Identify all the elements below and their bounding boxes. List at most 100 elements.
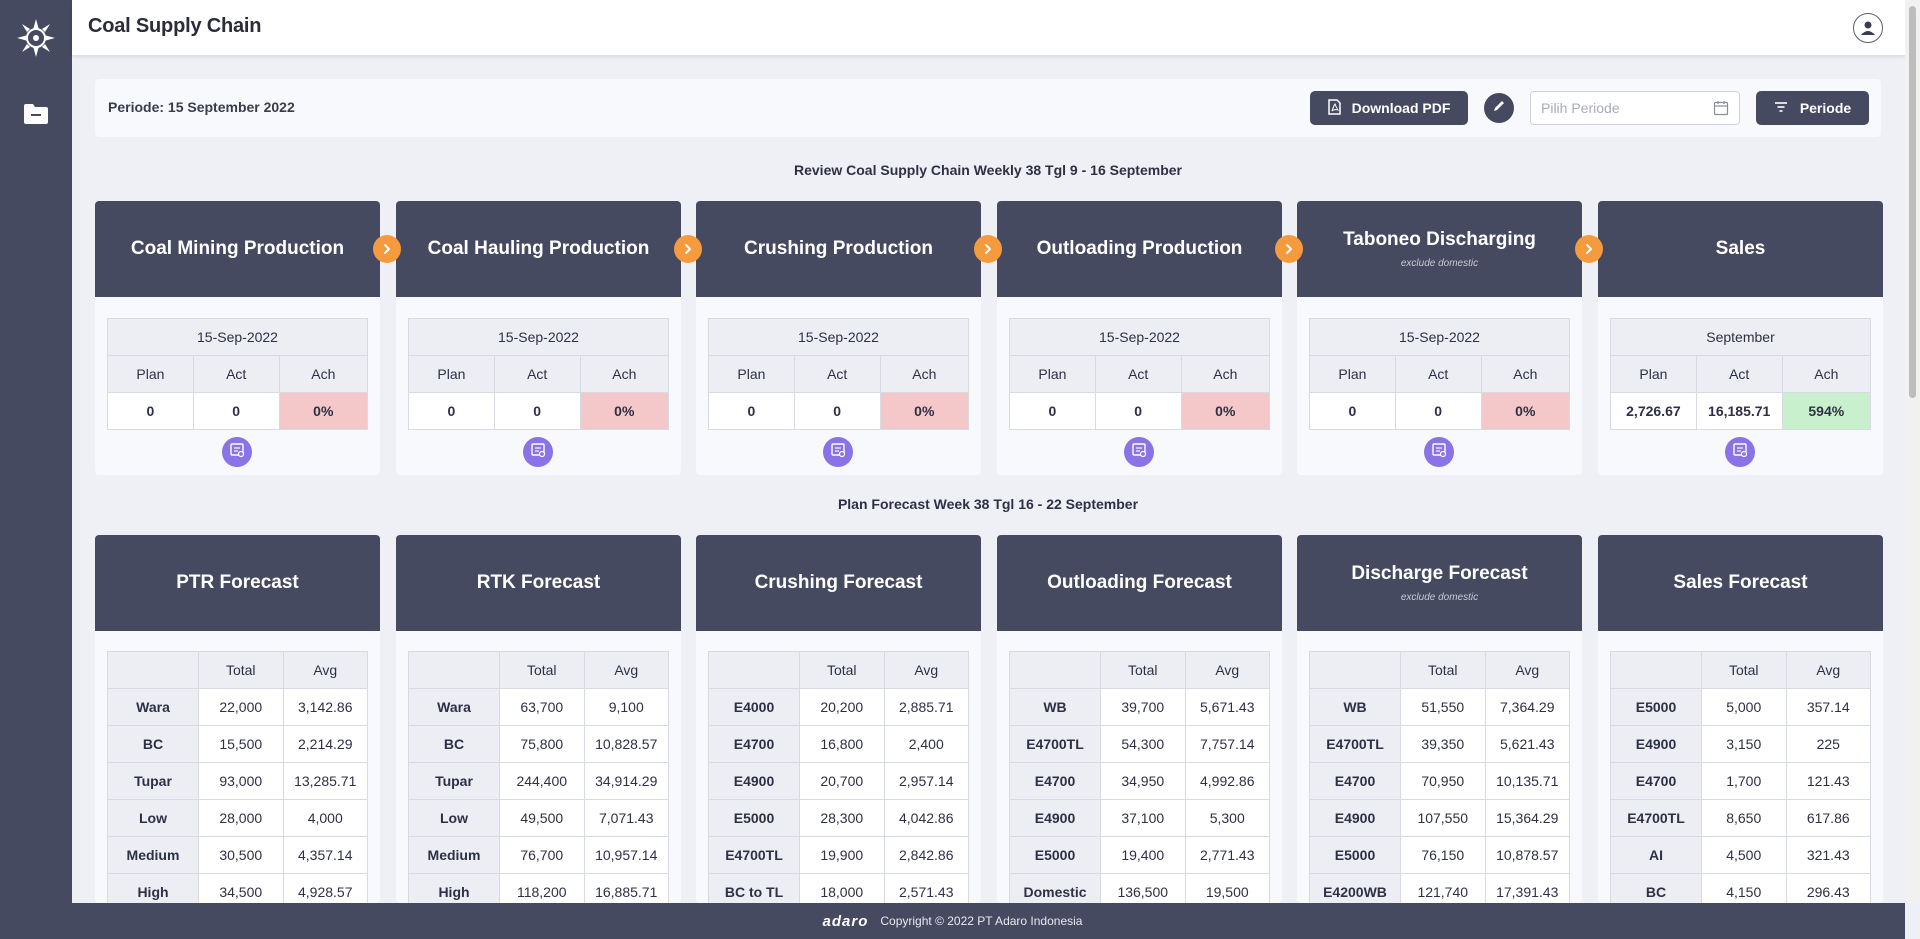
forecast-card-title: RTK Forecast bbox=[476, 572, 601, 593]
scrollbar-thumb[interactable] bbox=[1909, 6, 1916, 398]
forecast-total-cell: 121,740 bbox=[1400, 873, 1486, 903]
review-column-header: Plan bbox=[1009, 355, 1096, 393]
forecast-row-label: BC bbox=[408, 725, 500, 763]
forecast-column-header bbox=[1309, 651, 1401, 689]
review-column-header: Plan bbox=[408, 355, 495, 393]
download-pdf-label: Download PDF bbox=[1351, 100, 1451, 116]
periode-date-input[interactable] bbox=[1531, 92, 1701, 124]
filter-bar: Periode: 15 September 2022 Download PDF bbox=[95, 79, 1881, 137]
review-section-title: Review Coal Supply Chain Weekly 38 Tgl 9… bbox=[794, 162, 1182, 178]
forecast-total-cell: 16,800 bbox=[799, 725, 885, 763]
chevron-right-icon bbox=[1275, 235, 1303, 263]
table-row: E5000 28,300 4,042.86 bbox=[708, 799, 969, 837]
footer: adaro Copyright © 2022 PT Adaro Indonesi… bbox=[0, 903, 1905, 939]
forecast-avg-cell: 5,671.43 bbox=[1184, 688, 1270, 726]
forecast-row-label: Tupar bbox=[107, 762, 199, 800]
report-detail-button[interactable] bbox=[1124, 437, 1154, 467]
forecast-avg-cell: 4,992.86 bbox=[1184, 762, 1270, 800]
review-plan-value: 0 bbox=[1009, 392, 1096, 430]
calendar-icon[interactable] bbox=[1713, 100, 1729, 116]
review-date-cell: 15-Sep-2022 bbox=[1309, 318, 1570, 356]
review-card-header: Coal Hauling Production bbox=[396, 201, 681, 297]
compass-logo-icon[interactable] bbox=[16, 18, 56, 58]
report-detail-button[interactable] bbox=[523, 437, 553, 467]
edit-button[interactable] bbox=[1484, 93, 1514, 123]
forecast-card-header: RTK Forecast bbox=[396, 535, 681, 631]
table-row: E4000 20,200 2,885.71 bbox=[708, 688, 969, 726]
forecast-row-label: E4900 bbox=[1610, 725, 1702, 763]
review-column-header: Plan bbox=[708, 355, 795, 393]
review-card-title: Taboneo Discharging bbox=[1343, 229, 1536, 250]
forecast-total-cell: 39,700 bbox=[1100, 688, 1186, 726]
table-row: E5000 76,150 10,878.57 bbox=[1309, 836, 1570, 874]
forecast-column-header bbox=[1610, 651, 1702, 689]
report-icon bbox=[530, 442, 546, 463]
chevron-right-icon bbox=[674, 235, 702, 263]
forecast-total-cell: 54,300 bbox=[1100, 725, 1186, 763]
forecast-total-cell: 118,200 bbox=[499, 873, 585, 903]
review-ach-value: 0% bbox=[1480, 392, 1571, 430]
forecast-total-cell: 136,500 bbox=[1100, 873, 1186, 903]
forecast-row-label: WB bbox=[1009, 688, 1101, 726]
folder-icon[interactable] bbox=[23, 103, 49, 125]
forecast-card-header: Sales Forecast bbox=[1598, 535, 1883, 631]
forecast-total-cell: 76,150 bbox=[1400, 836, 1486, 874]
report-detail-button[interactable] bbox=[1424, 437, 1454, 467]
review-card-title: Coal Mining Production bbox=[130, 238, 345, 259]
forecast-total-cell: 20,200 bbox=[799, 688, 885, 726]
forecast-table: Total Avg Wara 22,000 3,142.86 BC 15,500 2,214.… bbox=[107, 651, 368, 903]
review-card-title: Crushing Production bbox=[744, 238, 933, 259]
review-card: Coal Mining Production 15-Sep-2022 Plan Act… bbox=[95, 201, 380, 475]
forecast-avg-cell: 357.14 bbox=[1785, 688, 1871, 726]
table-row: E4700TL 39,350 5,621.43 bbox=[1309, 725, 1570, 763]
forecast-row-label: Low bbox=[107, 799, 199, 837]
forecast-row-label: E4900 bbox=[708, 762, 800, 800]
forecast-row-label: High bbox=[408, 873, 500, 903]
review-plan-value: 0 bbox=[408, 392, 495, 430]
report-icon bbox=[229, 442, 245, 463]
table-row: Low 28,000 4,000 bbox=[107, 799, 368, 837]
download-pdf-button[interactable]: Download PDF bbox=[1310, 91, 1468, 125]
forecast-total-cell: 15,500 bbox=[198, 725, 284, 763]
review-date-cell: September bbox=[1610, 318, 1871, 356]
forecast-row-label: E5000 bbox=[1009, 836, 1101, 874]
review-ach-value: 0% bbox=[579, 392, 670, 430]
forecast-avg-cell: 17,391.43 bbox=[1484, 873, 1570, 903]
vertical-scrollbar[interactable] bbox=[1905, 0, 1920, 903]
forecast-total-cell: 34,500 bbox=[198, 873, 284, 903]
report-detail-button[interactable] bbox=[1725, 437, 1755, 467]
forecast-column-header: Total bbox=[1701, 651, 1787, 689]
forecast-row-label: BC to TL bbox=[708, 873, 800, 903]
report-detail-button[interactable] bbox=[823, 437, 853, 467]
review-table: 15-Sep-2022 Plan Act Ach 0 0 0% bbox=[107, 318, 369, 430]
review-card-header: Taboneo Discharging exclude domestic bbox=[1297, 201, 1582, 297]
forecast-avg-cell: 225 bbox=[1785, 725, 1871, 763]
forecast-section-title: Plan Forecast Week 38 Tgl 16 - 22 Septem… bbox=[837, 496, 1139, 512]
review-column-header: Ach bbox=[579, 355, 670, 393]
forecast-avg-cell: 7,757.14 bbox=[1184, 725, 1270, 763]
user-circle-icon[interactable] bbox=[1853, 13, 1883, 43]
review-column-header: Plan bbox=[107, 355, 194, 393]
review-column-header: Ach bbox=[1180, 355, 1271, 393]
periode-filter-button[interactable]: Periode bbox=[1756, 91, 1869, 125]
table-row: Wara 22,000 3,142.86 bbox=[107, 688, 368, 726]
review-table: September Plan Act Ach 2,726.67 16,185.71 594% bbox=[1610, 318, 1872, 430]
forecast-card: RTK Forecast Total Avg Wara 63,700 9,100 BC 75,… bbox=[396, 535, 681, 903]
review-column-header: Plan bbox=[1309, 355, 1396, 393]
forecast-avg-cell: 19,500 bbox=[1184, 873, 1270, 903]
table-row: E4700TL 54,300 7,757.14 bbox=[1009, 725, 1270, 763]
forecast-row-label: E4700 bbox=[1009, 762, 1101, 800]
periode-date-field[interactable] bbox=[1530, 91, 1740, 125]
footer-logo: adaro bbox=[822, 912, 869, 930]
table-row: Domestic 136,500 19,500 bbox=[1009, 873, 1270, 903]
review-column-header: Ach bbox=[1480, 355, 1571, 393]
periode-button-label: Periode bbox=[1799, 100, 1852, 116]
forecast-avg-cell: 34,914.29 bbox=[583, 762, 669, 800]
forecast-row-label: E4900 bbox=[1009, 799, 1101, 837]
report-detail-button[interactable] bbox=[222, 437, 252, 467]
table-row: High 34,500 4,928.57 bbox=[107, 873, 368, 903]
review-card: Crushing Production 15-Sep-2022 Plan Act Ach… bbox=[696, 201, 981, 475]
forecast-row-label: Wara bbox=[107, 688, 199, 726]
review-column-header: Ach bbox=[278, 355, 369, 393]
forecast-row-label: Domestic bbox=[1009, 873, 1101, 903]
